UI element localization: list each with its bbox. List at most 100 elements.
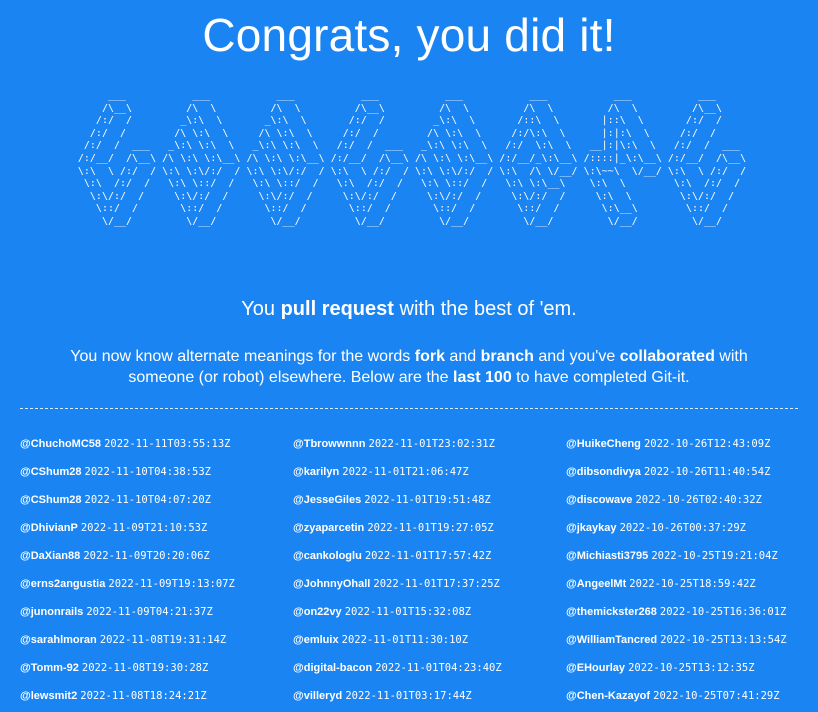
completion-entry: @Tomm-92 2022-11-08T19:30:28Z <box>20 654 293 682</box>
tagline-emphasis: pull request <box>280 298 394 320</box>
completion-entry: @cankologlu 2022-11-01T17:57:42Z <box>293 542 566 570</box>
completion-timestamp: 2022-11-09T04:21:37Z <box>86 606 213 618</box>
completion-entry: @emluix 2022-11-01T11:30:10Z <box>293 626 566 654</box>
completion-timestamp: 2022-10-25T07:41:29Z <box>653 690 780 702</box>
description-text: You now know alternate meanings for the … <box>70 348 415 365</box>
completion-entry: @AngeelMt 2022-10-25T18:59:42Z <box>566 570 818 598</box>
user-handle-link[interactable]: @EHourlay <box>566 662 625 674</box>
completion-timestamp: 2022-11-01T21:06:47Z <box>342 466 469 478</box>
completion-timestamp: 2022-11-01T19:51:48Z <box>364 494 491 506</box>
user-handle-link[interactable]: @sarahlmoran <box>20 634 97 646</box>
user-handle-link[interactable]: @AngeelMt <box>566 578 626 590</box>
completion-timestamp: 2022-11-01T04:23:40Z <box>375 662 502 674</box>
tagline-text-end: with the best of 'em. <box>393 298 577 320</box>
user-handle-link[interactable]: @karilyn <box>293 466 339 478</box>
completion-timestamp: 2022-10-25T13:13:54Z <box>660 634 787 646</box>
completions-list: @ChuchoMC58 2022-11-11T03:55:13Z @CShum28… <box>20 430 818 710</box>
completion-timestamp: 2022-11-08T19:31:14Z <box>99 634 227 646</box>
user-handle-link[interactable]: @dibsondivya <box>566 466 641 478</box>
user-handle-link[interactable]: @Tomm-92 <box>20 662 79 674</box>
completion-entry: @CShum28 2022-11-10T04:07:20Z <box>20 486 293 514</box>
completion-timestamp: 2022-11-08T18:24:21Z <box>80 690 207 702</box>
completion-timestamp: 2022-10-25T19:21:04Z <box>651 550 778 562</box>
completion-entry: @JohnnyOhall 2022-11-01T17:37:25Z <box>293 570 566 598</box>
user-handle-link[interactable]: @Chen-Kazayof <box>566 690 650 702</box>
user-handle-link[interactable]: @junonrails <box>20 606 83 618</box>
completions-column-1: @ChuchoMC58 2022-11-11T03:55:13Z @CShum28… <box>20 430 293 710</box>
completion-entry: @ChuchoMC58 2022-11-11T03:55:13Z <box>20 430 293 458</box>
completion-entry: @WilliamTancred 2022-10-25T13:13:54Z <box>566 626 818 654</box>
ascii-art-banner: ___ ___ ___ ___ ___ ___ ___ ___ /\__\ /\… <box>77 90 747 227</box>
completion-entry: @JesseGiles 2022-11-01T19:51:48Z <box>293 486 566 514</box>
user-handle-link[interactable]: @villeryd <box>293 690 342 702</box>
description-text: and <box>444 348 481 365</box>
completion-entry: @HuikeCheng 2022-10-26T12:43:09Z <box>566 430 818 458</box>
completion-timestamp: 2022-11-10T04:07:20Z <box>84 494 211 506</box>
completion-entry: @Tbrowwnnn 2022-11-01T23:02:31Z <box>293 430 566 458</box>
user-handle-link[interactable]: @JesseGiles <box>293 494 361 506</box>
tagline: You pull request with the best of 'em. <box>0 298 818 321</box>
user-handle-link[interactable]: @HuikeCheng <box>566 438 641 450</box>
completion-entry: @Chen-Kazayof 2022-10-25T07:41:29Z <box>566 682 818 710</box>
description-emphasis-last-100: last 100 <box>453 369 512 386</box>
completion-entry: @junonrails 2022-11-09T04:21:37Z <box>20 598 293 626</box>
description-emphasis-branch: branch <box>480 348 534 365</box>
user-handle-link[interactable]: @DhivianP <box>20 522 78 534</box>
completion-timestamp: 2022-10-26T12:43:09Z <box>643 438 771 450</box>
completions-column-2: @Tbrowwnnn 2022-11-01T23:02:31Z @karilyn … <box>293 430 566 710</box>
user-handle-link[interactable]: @JohnnyOhall <box>293 578 370 590</box>
completion-timestamp: 2022-10-26T02:40:32Z <box>635 494 762 506</box>
user-handle-link[interactable]: @WilliamTancred <box>566 634 657 646</box>
user-handle-link[interactable]: @cankologlu <box>293 550 362 562</box>
description-text: and you've <box>533 348 620 365</box>
completion-timestamp: 2022-11-08T19:30:28Z <box>81 662 209 674</box>
user-handle-link[interactable]: @CShum28 <box>20 494 81 506</box>
page-title: Congrats, you did it! <box>202 9 616 61</box>
completion-timestamp: 2022-11-01T17:37:25Z <box>373 578 500 590</box>
completion-timestamp: 2022-11-10T04:38:53Z <box>84 466 211 478</box>
user-handle-link[interactable]: @on22vy <box>293 606 342 618</box>
user-handle-link[interactable]: @DaXian88 <box>20 550 80 562</box>
user-handle-link[interactable]: @discowave <box>566 494 632 506</box>
completion-entry: @CShum28 2022-11-10T04:38:53Z <box>20 458 293 486</box>
completion-entry: @themickster268 2022-10-25T16:36:01Z <box>566 598 818 626</box>
user-handle-link[interactable]: @Tbrowwnnn <box>293 438 365 450</box>
completion-timestamp: 2022-10-26T11:40:54Z <box>643 466 771 478</box>
completion-timestamp: 2022-10-25T13:12:35Z <box>628 662 755 674</box>
completion-timestamp: 2022-11-09T19:13:07Z <box>108 578 235 590</box>
user-handle-link[interactable]: @jkaykay <box>566 522 617 534</box>
completion-timestamp: 2022-11-01T11:30:10Z <box>341 634 469 646</box>
user-handle-link[interactable]: @lewsmit2 <box>20 690 77 702</box>
completion-timestamp: 2022-11-11T03:55:13Z <box>104 438 231 450</box>
completion-timestamp: 2022-10-26T00:37:29Z <box>619 522 746 534</box>
completion-timestamp: 2022-11-09T20:20:06Z <box>83 550 210 562</box>
user-handle-link[interactable]: @erns2angustia <box>20 578 105 590</box>
completion-timestamp: 2022-11-01T03:17:44Z <box>345 690 472 702</box>
completion-entry: @EHourlay 2022-10-25T13:12:35Z <box>566 654 818 682</box>
completion-entry: @villeryd 2022-11-01T03:17:44Z <box>293 682 566 710</box>
user-handle-link[interactable]: @emluix <box>293 634 339 646</box>
completion-timestamp: 2022-10-25T18:59:42Z <box>629 578 756 590</box>
completion-entry: @sarahlmoran 2022-11-08T19:31:14Z <box>20 626 293 654</box>
user-handle-link[interactable]: @Michiasti3795 <box>566 550 648 562</box>
completion-entry: @lewsmit2 2022-11-08T18:24:21Z <box>20 682 293 710</box>
completion-timestamp: 2022-11-01T23:02:31Z <box>368 438 495 450</box>
completion-entry: @digital-bacon 2022-11-01T04:23:40Z <box>293 654 566 682</box>
completion-entry: @discowave 2022-10-26T02:40:32Z <box>566 486 818 514</box>
user-handle-link[interactable]: @zyaparcetin <box>293 522 364 534</box>
completion-entry: @DhivianP 2022-11-09T21:10:53Z <box>20 514 293 542</box>
user-handle-link[interactable]: @digital-bacon <box>293 662 372 674</box>
completion-entry: @Michiasti3795 2022-10-25T19:21:04Z <box>566 542 818 570</box>
user-handle-link[interactable]: @themickster268 <box>566 606 657 618</box>
completion-timestamp: 2022-10-25T16:36:01Z <box>659 606 787 618</box>
completion-timestamp: 2022-11-09T21:10:53Z <box>80 522 208 534</box>
completion-timestamp: 2022-11-01T15:32:08Z <box>344 606 472 618</box>
completion-entry: @jkaykay 2022-10-26T00:37:29Z <box>566 514 818 542</box>
completions-column-3: @HuikeCheng 2022-10-26T12:43:09Z @dibsond… <box>566 430 818 710</box>
completion-entry: @karilyn 2022-11-01T21:06:47Z <box>293 458 566 486</box>
description-text: to have completed Git-it. <box>511 369 690 386</box>
user-handle-link[interactable]: @ChuchoMC58 <box>20 438 101 450</box>
completion-timestamp: 2022-11-01T17:57:42Z <box>364 550 492 562</box>
user-handle-link[interactable]: @CShum28 <box>20 466 81 478</box>
description: You now know alternate meanings for the … <box>40 346 778 388</box>
